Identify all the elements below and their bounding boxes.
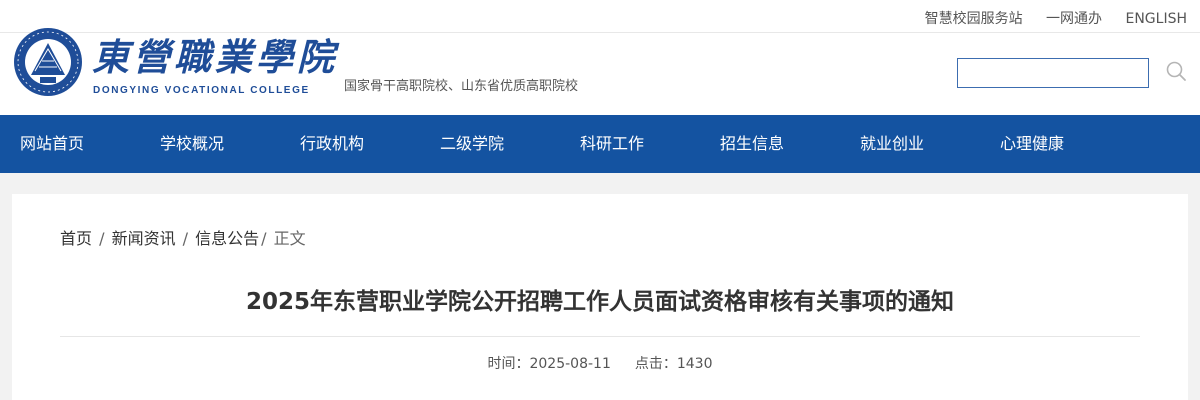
main-nav: 网站首页 学校概况 行政机构 二级学院 科研工作 招生信息 就业创业 心理健康 bbox=[0, 115, 1200, 173]
breadcrumb-notices[interactable]: 信息公告 bbox=[195, 229, 259, 248]
brand-chinese-name: 東營職業學院 bbox=[92, 35, 338, 79]
college-logo[interactable] bbox=[13, 27, 83, 97]
nav-item-colleges[interactable]: 二级学院 bbox=[440, 115, 504, 173]
nav-item-research[interactable]: 科研工作 bbox=[580, 115, 644, 173]
brand-tagline: 国家骨干高职院校、山东省优质高职院校 bbox=[344, 79, 579, 94]
top-link-one-stop[interactable]: 一网通办 bbox=[1046, 11, 1102, 27]
breadcrumb: 首页 / 新闻资讯 / 信息公告 / 正文 bbox=[60, 225, 306, 249]
clicks-label: 点击： bbox=[634, 356, 677, 372]
breadcrumb-separator: / bbox=[177, 229, 194, 248]
nav-item-home[interactable]: 网站首页 bbox=[20, 115, 84, 173]
nav-item-admin[interactable]: 行政机构 bbox=[300, 115, 364, 173]
nav-item-employment[interactable]: 就业创业 bbox=[860, 115, 924, 173]
breadcrumb-news[interactable]: 新闻资讯 bbox=[112, 229, 176, 248]
search-input[interactable] bbox=[957, 58, 1149, 88]
nav-item-mental-health[interactable]: 心理健康 bbox=[1000, 115, 1064, 173]
time-label: 时间： bbox=[487, 356, 530, 372]
site-header: 智慧校园服务站 一网通办 ENGLISH 東營職業學院 DONGYING VOC… bbox=[0, 0, 1200, 115]
breadcrumb-separator: / bbox=[261, 229, 272, 248]
article-panel: 首页 / 新闻资讯 / 信息公告 / 正文 2025年东营职业学院公开招聘工作人员… bbox=[12, 194, 1188, 400]
article-meta: 时间：2025-08-11 点击：1430 bbox=[12, 353, 1188, 373]
top-link-smart-campus[interactable]: 智慧校园服务站 bbox=[925, 11, 1023, 27]
search-icon bbox=[1166, 61, 1186, 81]
publish-date: 2025-08-11 bbox=[529, 356, 611, 372]
article-title: 2025年东营职业学院公开招聘工作人员面试资格审核有关事项的通知 bbox=[245, 289, 954, 315]
click-count: 1430 bbox=[676, 356, 713, 372]
breadcrumb-separator: / bbox=[94, 229, 110, 248]
title-divider bbox=[60, 336, 1140, 337]
search-button[interactable] bbox=[1163, 58, 1189, 84]
top-divider bbox=[0, 32, 1200, 33]
brand-english-name: DONGYING VOCATIONAL COLLEGE bbox=[93, 85, 310, 96]
breadcrumb-home[interactable]: 首页 bbox=[60, 229, 92, 248]
breadcrumb-current: 正文 bbox=[273, 229, 306, 248]
nav-item-about[interactable]: 学校概况 bbox=[160, 115, 224, 173]
top-link-english[interactable]: ENGLISH bbox=[1125, 11, 1187, 27]
top-links: 智慧校园服务站 一网通办 ENGLISH bbox=[906, 8, 1187, 28]
nav-item-admissions[interactable]: 招生信息 bbox=[720, 115, 784, 173]
